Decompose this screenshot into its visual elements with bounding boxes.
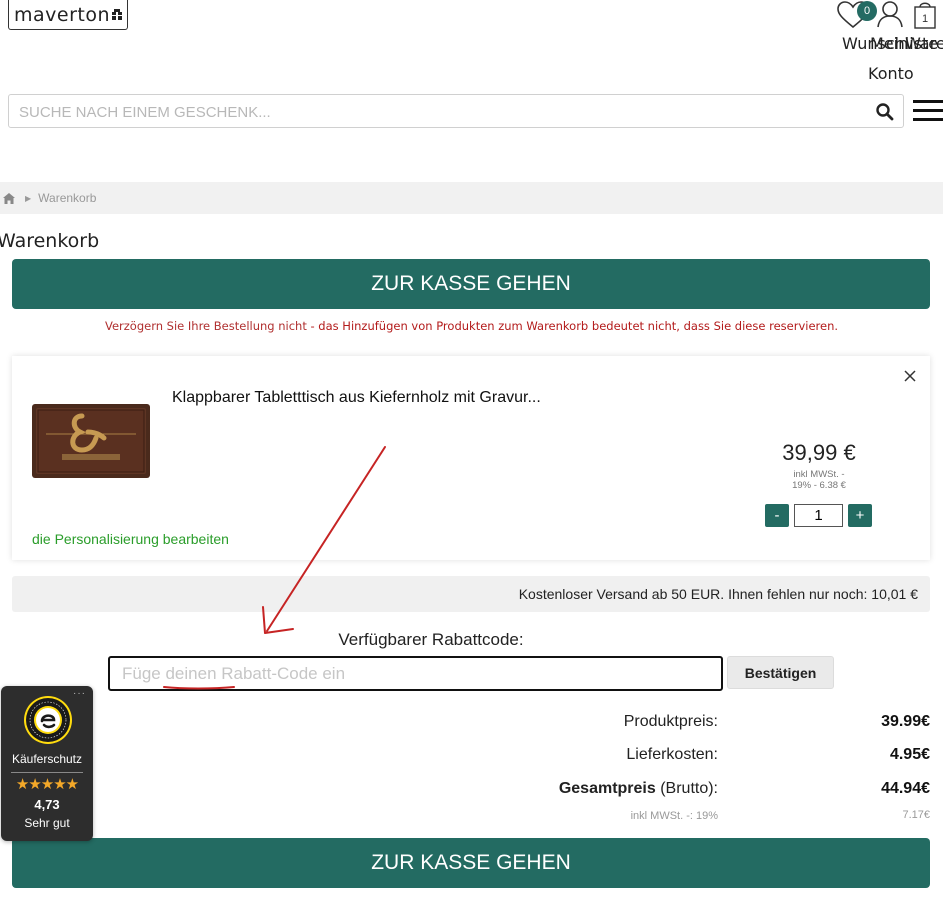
product-price-value: 39.99€ — [881, 713, 930, 730]
rating-score: 4,73 — [34, 797, 60, 812]
home-icon[interactable] — [3, 192, 15, 204]
logo-gift-icon — [112, 9, 122, 20]
menu-icon[interactable] — [913, 100, 943, 124]
chevron-right-icon: ▶ — [25, 193, 32, 203]
total-label-bold: Gesamtpreis — [558, 780, 656, 797]
notice-rest: - das Hinzufügen von Produkten zum Waren… — [306, 319, 839, 333]
vat-value: 7.17€ — [902, 809, 930, 821]
notice-lead: Verzögern Sie Ihre Bestellung nicht — [104, 319, 307, 333]
breadcrumb: ▶ Warenkorb — [0, 182, 943, 214]
trusted-shops-seal-icon — [24, 696, 72, 744]
checkout-button-bottom[interactable]: ZUR KASSE GEHEN — [12, 838, 930, 888]
total-label-rest: (Brutto): — [655, 780, 718, 797]
shipping-cost-value: 4.95€ — [889, 746, 930, 763]
user-icon[interactable] — [876, 0, 904, 28]
product-price: 39,99 € — [782, 440, 856, 465]
account-label[interactable]: Mein — [870, 34, 908, 53]
shopping-bag-icon[interactable]: 1 — [912, 0, 938, 30]
quantity-input[interactable] — [794, 504, 843, 527]
edit-personalization-link[interactable]: die Personalisierung bearbeiten — [32, 531, 229, 547]
product-tax-line2: 19% - 6.38 € — [792, 480, 846, 491]
cart-item: Klappbarer Tabletttisch aus Kiefernholz … — [12, 356, 930, 560]
product-price-label: Produktpreis: — [623, 713, 718, 730]
discount-code-input[interactable] — [108, 656, 723, 691]
checkout-button-top[interactable]: ZUR KASSE GEHEN — [12, 259, 930, 309]
product-tax-line1: inkl MWSt. - — [793, 469, 845, 480]
rating-stars: ★★★★★ — [15, 776, 79, 793]
close-icon[interactable] — [904, 370, 916, 382]
logo[interactable]: maverton — [8, 0, 128, 30]
search-input[interactable] — [19, 101, 859, 123]
cart-label[interactable]: Waren — [905, 34, 943, 53]
shipping-cost-label: Lieferkosten: — [626, 746, 718, 763]
quantity-increase-button[interactable]: + — [848, 504, 872, 527]
discount-label: Verfügbarer Rabattcode: — [338, 630, 524, 649]
search-bar — [8, 94, 904, 128]
vat-label: inkl MWSt. -: 19% — [630, 810, 718, 822]
quantity-decrease-button[interactable]: - — [765, 504, 789, 527]
breadcrumb-current[interactable]: Warenkorb — [38, 191, 96, 205]
account-label-line2[interactable]: Konto — [868, 64, 914, 83]
search-icon[interactable] — [875, 102, 895, 122]
more-options-icon[interactable]: ··· — [73, 688, 86, 699]
product-image[interactable] — [32, 404, 150, 478]
logo-text: maverton — [13, 3, 110, 26]
product-name[interactable]: Klappbarer Tabletttisch aus Kiefernholz … — [172, 389, 541, 407]
reservation-notice: Verzögern Sie Ihre Bestellung nicht - da… — [0, 319, 943, 333]
wishlist-count-badge: 0 — [857, 1, 877, 21]
trusted-shops-badge[interactable]: ··· Käuferschutz ★★★★★ 4,73 Sehr gut — [1, 686, 93, 841]
total-label: Gesamtpreis (Brutto): — [559, 780, 718, 798]
total-value: 44.94€ — [881, 780, 930, 797]
page-title: Warenkorb — [0, 230, 100, 252]
buyer-protection-label: Käuferschutz — [11, 752, 83, 766]
rating-grade: Sehr gut — [24, 816, 70, 830]
free-shipping-notice: Kostenloser Versand ab 50 EUR. Ihnen feh… — [12, 576, 930, 612]
badge-divider — [11, 772, 83, 773]
apply-discount-button[interactable]: Bestätigen — [727, 656, 834, 689]
cart-count: 1 — [922, 13, 928, 25]
